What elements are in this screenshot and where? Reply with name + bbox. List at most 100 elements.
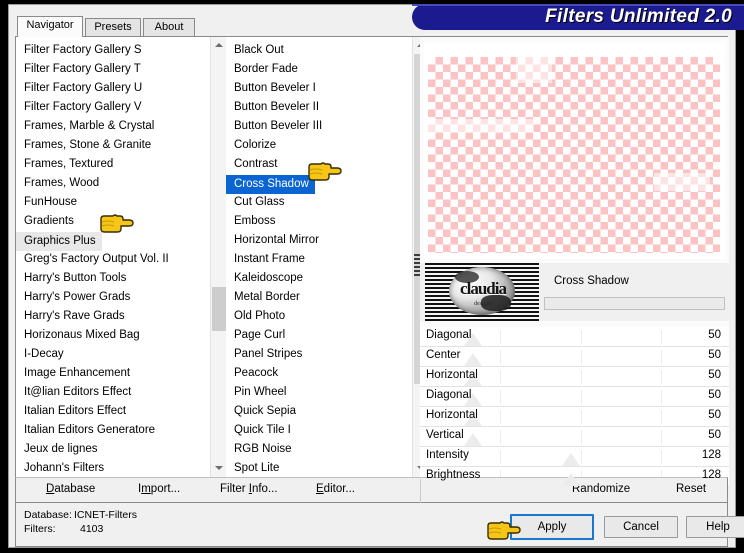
category-list-item[interactable]: Jeux de lignes: [16, 440, 210, 459]
filter-list-item[interactable]: RGB Noise: [226, 440, 412, 459]
slider-tick: [580, 450, 582, 464]
slider-tick: [580, 330, 582, 344]
filter-list-item[interactable]: Peacock: [226, 364, 412, 383]
status-footer: Database: ICNET-Filters Filters: 4103 Ap…: [15, 503, 744, 547]
preset-dropdown[interactable]: [544, 297, 725, 310]
filter-list-item[interactable]: Border Fade: [226, 60, 412, 79]
tab-about[interactable]: About: [143, 18, 195, 36]
filter-list-item[interactable]: Emboss: [226, 212, 412, 231]
preview-image[interactable]: [424, 43, 725, 259]
filter-list-item[interactable]: Instant Frame: [226, 250, 412, 269]
category-list-item[interactable]: Italian Editors Generatore: [16, 421, 210, 440]
slider-label: Horizontal: [426, 369, 478, 381]
category-list-item[interactable]: Frames, Stone & Granite: [16, 136, 210, 155]
slider-tick: [580, 390, 582, 404]
scrollbar-thumb[interactable]: [212, 287, 226, 331]
category-list-item[interactable]: Graphics Plus: [16, 232, 102, 251]
filter-list-item[interactable]: Horizontal Mirror: [226, 231, 412, 250]
filter-list-item[interactable]: Button Beveler I: [226, 79, 412, 98]
tab-navigator[interactable]: Navigator: [17, 16, 83, 37]
preview-highlight: [516, 57, 552, 83]
slider-row[interactable]: Horizontal 50: [420, 367, 729, 387]
slider-knob[interactable]: [562, 473, 581, 486]
category-list-item[interactable]: Filter Factory Gallery V: [16, 98, 210, 117]
slider-tick: [661, 350, 663, 364]
slider-tick: [661, 390, 663, 404]
slider-row[interactable]: Vertical 50: [420, 427, 729, 447]
slider-tick: [500, 330, 502, 344]
slider-tick: [661, 370, 663, 384]
slider-row[interactable]: Diagonal 50: [420, 387, 729, 407]
filter-list-item[interactable]: Cross Shadow: [226, 175, 315, 194]
tab-presets[interactable]: Presets: [85, 18, 141, 36]
category-list-item[interactable]: It@lian Editors Effect: [16, 383, 210, 402]
category-list-item[interactable]: Filter Factory Gallery T: [16, 60, 210, 79]
filter-list-item[interactable]: Pin Wheel: [226, 383, 412, 402]
slider-value: 50: [708, 369, 721, 381]
filter-list-item[interactable]: Panel Stripes: [226, 345, 412, 364]
filter-list-item[interactable]: Spot Lite: [226, 459, 412, 477]
category-list-item[interactable]: Filter Factory Gallery U: [16, 79, 210, 98]
slider-tick: [580, 430, 582, 444]
slider-knob[interactable]: [463, 353, 482, 366]
filter-list-item[interactable]: Colorize: [226, 136, 412, 155]
scroll-up-icon[interactable]: [211, 37, 227, 54]
category-list[interactable]: Filter Factory Gallery S Filter Factory G…: [16, 37, 210, 477]
slider-row[interactable]: Center 50: [420, 347, 729, 367]
slider-row[interactable]: Intensity 128: [420, 447, 729, 467]
category-list-item[interactable]: Harry's Button Tools: [16, 269, 210, 288]
editor-command[interactable]: Editor...: [316, 483, 355, 495]
filter-list-item[interactable]: Quick Sepia: [226, 402, 412, 421]
navigator-content: Filter Factory Gallery S Filter Factory G…: [15, 37, 729, 487]
slider-tick: [500, 410, 502, 424]
reset-command[interactable]: Reset: [676, 483, 706, 495]
slider-label: Vertical: [426, 429, 464, 441]
category-list-item[interactable]: Italian Editors Effect: [16, 402, 210, 421]
filter-list-item[interactable]: Kaleidoscope: [226, 269, 412, 288]
slider-tick: [661, 450, 663, 464]
randomize-command[interactable]: Randomize: [572, 483, 630, 495]
slider-row[interactable]: Horizontal 50: [420, 407, 729, 427]
category-list-item[interactable]: I-Decay: [16, 345, 210, 364]
category-list-item[interactable]: Image Enhancement: [16, 364, 210, 383]
filter-list-item[interactable]: Old Photo: [226, 307, 412, 326]
slider-knob[interactable]: [562, 453, 581, 466]
category-list-item[interactable]: Frames, Textured: [16, 155, 210, 174]
scroll-down-icon[interactable]: [211, 460, 227, 477]
filters-label: Filters:: [24, 523, 56, 535]
import-command[interactable]: Import...: [138, 483, 180, 495]
filter-list-item[interactable]: Quick Tile I: [226, 421, 412, 440]
filter-list-item[interactable]: Cut Glass: [226, 193, 412, 212]
category-list-item[interactable]: Harry's Power Grads: [16, 288, 210, 307]
command-bar: Database Import... Filter Info... Editor…: [15, 477, 728, 503]
category-list-item[interactable]: Horizonaus Mixed Bag: [16, 326, 210, 345]
category-list-item[interactable]: Frames, Marble & Crystal: [16, 117, 210, 136]
database-command[interactable]: Database: [46, 483, 95, 495]
command-separator: [420, 479, 421, 503]
category-list-scrollbar[interactable]: [210, 37, 227, 477]
category-list-item[interactable]: Johann's Filters: [16, 459, 210, 477]
database-label: Database:: [24, 509, 72, 521]
slider-knob[interactable]: [463, 433, 482, 446]
logo-wordmark: claudia: [460, 279, 507, 298]
filter-header: claudia designs Cross Shadow: [420, 263, 729, 321]
filter-list[interactable]: Black Out Border Fade Button Beveler I Butt…: [226, 37, 412, 477]
slider-tick: [580, 410, 582, 424]
filter-list-item[interactable]: Button Beveler II: [226, 98, 412, 117]
pointing-hand-cursor: [98, 210, 134, 234]
filter-info-command[interactable]: Filter Info...: [220, 483, 278, 495]
category-list-item[interactable]: Harry's Rave Grads: [16, 307, 210, 326]
filter-list-item[interactable]: Metal Border: [226, 288, 412, 307]
category-list-item[interactable]: Filter Factory Gallery S: [16, 41, 210, 60]
help-button[interactable]: Help: [686, 516, 744, 538]
slider-row[interactable]: Diagonal 50: [420, 327, 729, 347]
filter-list-item[interactable]: Black Out: [226, 41, 412, 60]
filter-list-item[interactable]: Button Beveler III: [226, 117, 412, 136]
slider-label: Diagonal: [426, 389, 472, 401]
slider-value: 128: [701, 449, 721, 461]
cancel-button[interactable]: Cancel: [604, 516, 678, 538]
filter-list-item[interactable]: Page Curl: [226, 326, 412, 345]
category-list-item[interactable]: Frames, Wood: [16, 174, 210, 193]
slider-value: 50: [708, 349, 721, 361]
category-list-item[interactable]: Greg's Factory Output Vol. II: [16, 250, 210, 269]
